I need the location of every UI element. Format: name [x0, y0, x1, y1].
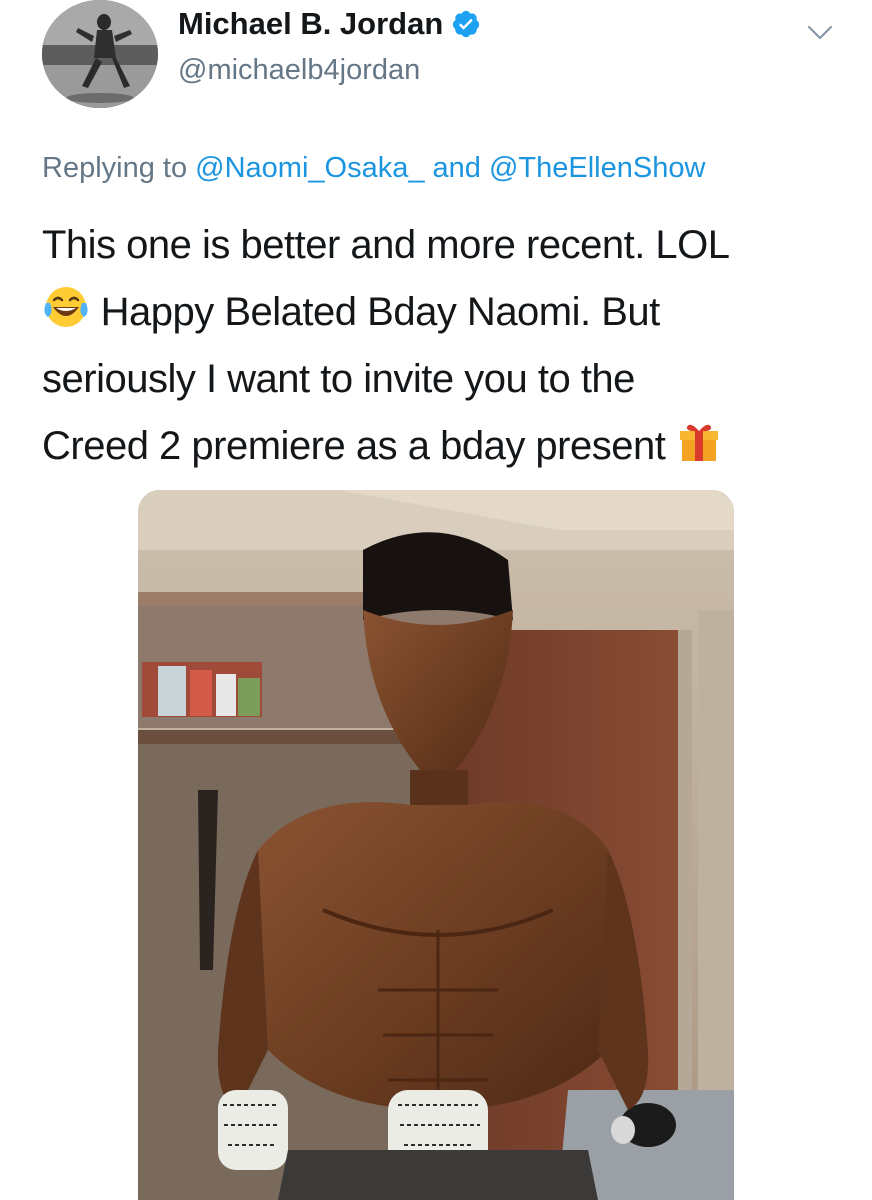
chevron-down-icon[interactable] — [804, 20, 836, 44]
mention-link-ellen[interactable]: @TheEllenShow — [489, 152, 705, 184]
display-name-text: Michael B. Jordan — [178, 6, 444, 41]
gift-emoji-icon — [679, 424, 718, 461]
tweet-text: This one is better and more recent. LOL … — [42, 212, 842, 480]
replying-to: Replying to @Naomi_Osaka_ and @TheEllenS… — [42, 152, 705, 185]
tweet-media-photo[interactable] — [138, 490, 734, 1200]
tears-of-joy-emoji-icon — [44, 287, 88, 327]
display-name[interactable]: Michael B. Jordan — [178, 6, 481, 42]
photo-content — [138, 490, 734, 1200]
mention-joiner[interactable]: and — [433, 152, 481, 184]
user-handle[interactable]: @michaelb4jordan — [178, 54, 420, 87]
tweet-text-line-2-wrap: Happy Belated Bday Naomi. But — [42, 279, 842, 346]
tweet-text-line-3: seriously I want to invite you to the — [42, 357, 635, 401]
tweet-text-line-4-wrap: Creed 2 premiere as a bday present — [42, 413, 842, 480]
avatar-image — [42, 0, 158, 108]
replying-to-label: Replying to — [42, 152, 188, 184]
avatar[interactable] — [42, 0, 158, 108]
tweet-text-line-1: This one is better and more recent. LOL — [42, 223, 730, 267]
mention-link-naomi[interactable]: @Naomi_Osaka_ — [195, 152, 424, 184]
verified-badge-icon — [453, 10, 480, 38]
tweet-text-line-2: Happy Belated Bday Naomi. But — [100, 290, 661, 334]
tweet-text-line-4: Creed 2 premiere as a bday present — [42, 424, 666, 468]
tweet: Michael B. Jordan @michaelb4jordan Reply… — [0, 0, 872, 1200]
